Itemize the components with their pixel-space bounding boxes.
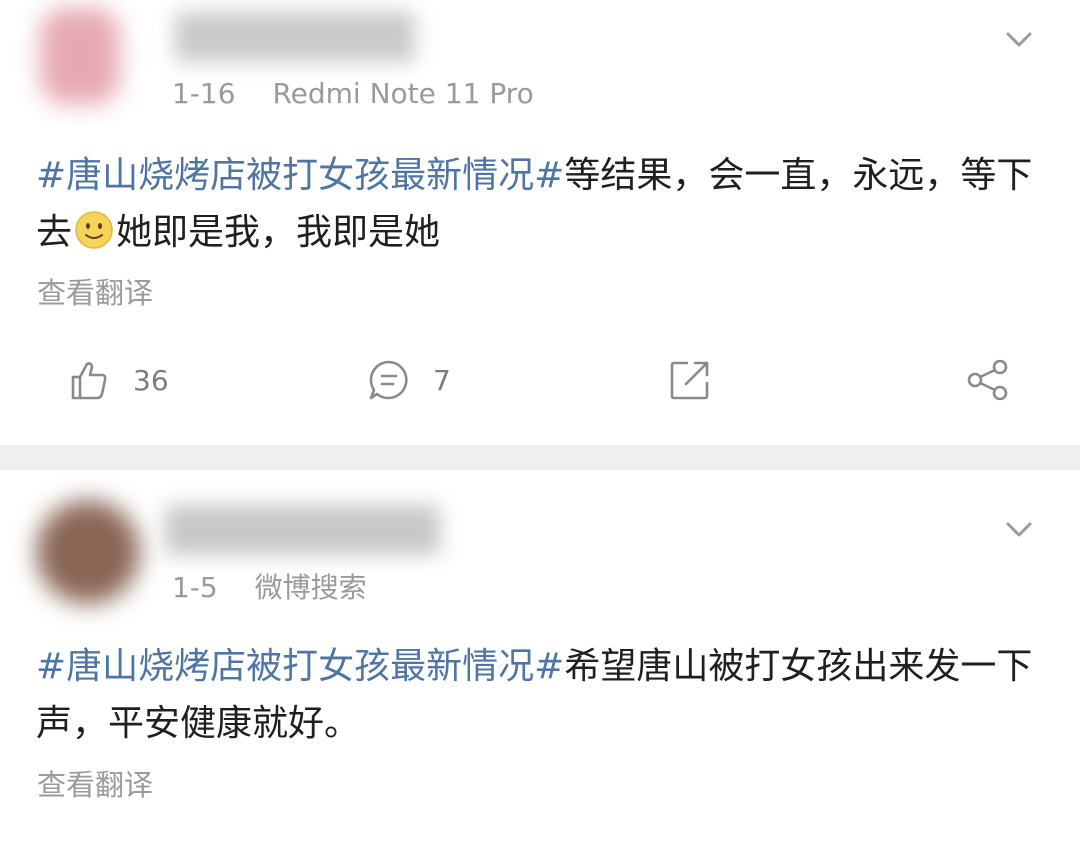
user-avatar-blurred[interactable]	[36, 500, 140, 604]
share-icon	[967, 359, 1008, 401]
weibo-comment-1: 1-16 Redmi Note 11 Pro #唐山烧烤店被打女孩最新情况#等结…	[0, 0, 1080, 445]
comment-meta: 1-5 微博搜索	[172, 566, 367, 606]
comment-date: 1-5	[172, 571, 218, 604]
hashtag-link[interactable]: #唐山烧烤店被打女孩最新情况#	[36, 646, 564, 687]
comment-bubble-icon	[369, 360, 408, 400]
share-button[interactable]	[966, 355, 1010, 405]
comment-count: 7	[433, 363, 451, 397]
user-avatar-blurred[interactable]	[40, 8, 120, 104]
comment-meta: 1-16 Redmi Note 11 Pro	[172, 77, 534, 110]
comment-source: Redmi Note 11 Pro	[272, 77, 534, 110]
thumbs-up-icon	[71, 362, 107, 400]
weibo-comment-2: 1-5 微博搜索 #唐山烧烤店被打女孩最新情况#希望唐山被打女孩出来发一下声，平…	[0, 470, 1080, 848]
like-button[interactable]: 36	[67, 355, 169, 405]
comment-text: #唐山烧烤店被打女孩最新情况#等结果，会一直，永远，等下去 她即是我，我即是她	[36, 147, 1046, 261]
comment-source: 微博搜索	[254, 571, 367, 604]
repost-button[interactable]	[668, 355, 712, 405]
chevron-down-icon[interactable]	[1006, 26, 1032, 52]
comment-date: 1-16	[172, 77, 236, 110]
comment-text: #唐山烧烤店被打女孩最新情况#希望唐山被打女孩出来发一下声，平安健康就好。	[36, 638, 1046, 752]
comment-text-part2: 她即是我，我即是她	[116, 212, 441, 253]
view-translation-link[interactable]: 查看翻译	[37, 270, 153, 312]
view-translation-link[interactable]: 查看翻译	[37, 762, 153, 804]
comment-button[interactable]: 7	[367, 355, 451, 405]
username-blurred[interactable]	[175, 12, 415, 62]
username-blurred[interactable]	[165, 505, 440, 555]
like-count: 36	[133, 363, 169, 397]
post-separator	[0, 445, 1080, 470]
hashtag-link[interactable]: #唐山烧烤店被打女孩最新情况#	[36, 155, 564, 196]
smile-emoji-icon	[75, 211, 113, 249]
repost-icon	[670, 361, 709, 400]
chevron-down-icon[interactable]	[1006, 516, 1032, 542]
